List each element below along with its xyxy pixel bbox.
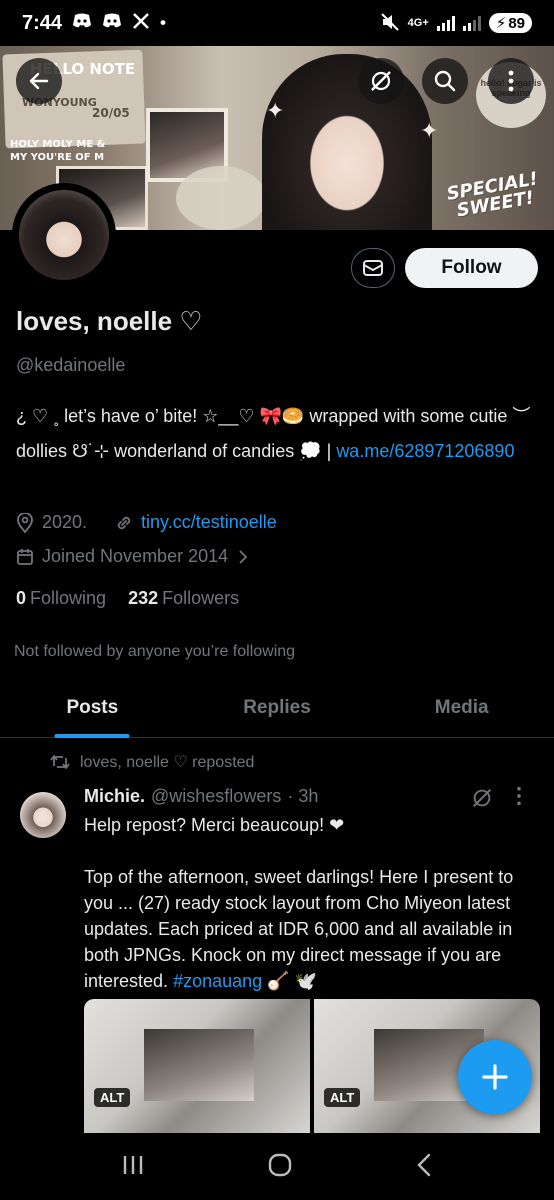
back-nav-button[interactable] xyxy=(415,1152,433,1183)
post-author-name[interactable]: Michie. xyxy=(84,786,145,807)
more-vertical-icon xyxy=(517,786,521,806)
following-count: 0 xyxy=(16,588,27,608)
follow-stats: 0 Following 232 Followers xyxy=(16,588,239,609)
star-icon: ✦ xyxy=(266,98,285,123)
profile-website[interactable]: tiny.cc/testinoelle xyxy=(141,512,277,533)
more-vertical-icon xyxy=(508,70,514,92)
banner-portrait xyxy=(262,54,432,230)
home-icon xyxy=(268,1153,292,1177)
post-image[interactable]: ALT xyxy=(84,999,310,1133)
post-body: Help repost? Merci beaucoup! ❤ Top of th… xyxy=(84,812,540,994)
message-button[interactable] xyxy=(351,248,395,288)
post-paragraph: Top of the afternoon, sweet darlings! He… xyxy=(84,864,540,994)
image-content xyxy=(144,1029,254,1101)
link-icon xyxy=(117,516,131,529)
followers-label: Followers xyxy=(162,588,240,608)
home-button[interactable] xyxy=(267,1152,293,1183)
tab-posts[interactable]: Posts xyxy=(0,688,185,737)
status-bar: 7:44 • 4G+ ⚡ 89 xyxy=(0,0,554,46)
calendar-icon xyxy=(17,548,33,565)
joined-date: Joined November 2014 xyxy=(42,546,229,566)
post-hashtag[interactable]: #zonauang xyxy=(173,971,262,991)
alt-badge[interactable]: ALT xyxy=(324,1088,361,1107)
recent-apps-icon xyxy=(123,1156,143,1174)
repost-icon xyxy=(50,755,70,769)
post-author-handle[interactable]: @wishesflowers xyxy=(151,786,281,807)
post-time: · 3h xyxy=(287,786,319,806)
mail-icon xyxy=(363,260,383,276)
x-logo-icon xyxy=(132,12,150,35)
banner-note-date: 20/05 xyxy=(92,106,130,120)
profile-meta: 2020. tiny.cc/testinoelle xyxy=(16,512,277,533)
network-label: 4G+ xyxy=(407,17,429,29)
avatar xyxy=(16,187,112,283)
plus-icon xyxy=(482,1064,508,1090)
signal-icon xyxy=(462,15,481,31)
profile-location: 2020. xyxy=(42,512,88,532)
bolt-icon: ⚡ xyxy=(495,15,507,32)
post-author-avatar[interactable] xyxy=(20,792,66,838)
tab-replies[interactable]: Replies xyxy=(185,688,370,737)
battery-level: 89 xyxy=(508,14,525,32)
profile-tabs: Posts Replies Media xyxy=(0,688,554,738)
profile-avatar[interactable] xyxy=(12,183,116,287)
post-header: Michie. @wishesflowers · 3h xyxy=(84,786,318,807)
star-icon: ✦ xyxy=(420,118,439,143)
post-grok-button[interactable] xyxy=(470,786,494,815)
battery-indicator: ⚡ 89 xyxy=(488,13,532,33)
followers-count: 232 xyxy=(128,588,159,608)
profile-bio: ¿ ♡ ˳ let’s have o’ bite! ☆__♡ 🎀🥯 wrappe… xyxy=(16,399,536,469)
dot-icon: • xyxy=(160,13,166,32)
search-button[interactable] xyxy=(422,58,468,104)
alt-badge[interactable]: ALT xyxy=(94,1088,131,1107)
repost-indicator: loves, noelle ♡ reposted xyxy=(50,752,254,772)
profile-handle: @kedainoelle xyxy=(16,355,126,375)
bio-link[interactable]: wa.me/628971206890 xyxy=(336,441,514,461)
following-label: Following xyxy=(30,588,107,608)
compose-button[interactable] xyxy=(458,1040,532,1114)
system-navigation-bar xyxy=(0,1135,554,1200)
search-icon xyxy=(434,70,456,92)
repost-label: loves, noelle ♡ reposted xyxy=(80,754,255,771)
grok-button[interactable] xyxy=(358,58,404,104)
arrow-left-icon xyxy=(29,72,49,90)
more-options-button[interactable] xyxy=(488,58,534,104)
followers-link[interactable]: 232 Followers xyxy=(128,588,239,609)
grok-icon xyxy=(472,788,492,808)
banner-decoration xyxy=(176,166,266,230)
post-line: Help repost? Merci beaucoup! ❤ xyxy=(84,815,345,835)
chevron-right-icon xyxy=(239,549,248,564)
profile-name: loves, noelle ♡ xyxy=(16,306,203,336)
grok-icon xyxy=(371,71,391,91)
banner-note-text: HOLY MOLY ME & MY YOU'RE OF M xyxy=(10,139,106,163)
tab-media[interactable]: Media xyxy=(369,688,554,737)
back-button[interactable] xyxy=(16,58,62,104)
discord-icon xyxy=(102,13,122,34)
mutual-followers-note: Not followed by anyone you’re following xyxy=(14,643,296,660)
follow-button[interactable]: Follow xyxy=(405,248,538,288)
mute-icon xyxy=(380,12,400,35)
banner-special-text: SPECIAL! SWEET! xyxy=(445,168,543,221)
discord-icon xyxy=(72,13,92,34)
signal-icon xyxy=(436,15,455,31)
status-time: 7:44 xyxy=(22,11,63,34)
profile-joined[interactable]: Joined November 2014 xyxy=(16,546,250,567)
location-icon xyxy=(17,512,33,533)
back-chevron-icon xyxy=(417,1153,431,1177)
post-more-button[interactable] xyxy=(516,786,522,812)
recent-apps-button[interactable] xyxy=(121,1154,145,1181)
following-link[interactable]: 0 Following xyxy=(16,588,106,609)
post-emoji: 🪕 🕊️ xyxy=(262,971,317,991)
